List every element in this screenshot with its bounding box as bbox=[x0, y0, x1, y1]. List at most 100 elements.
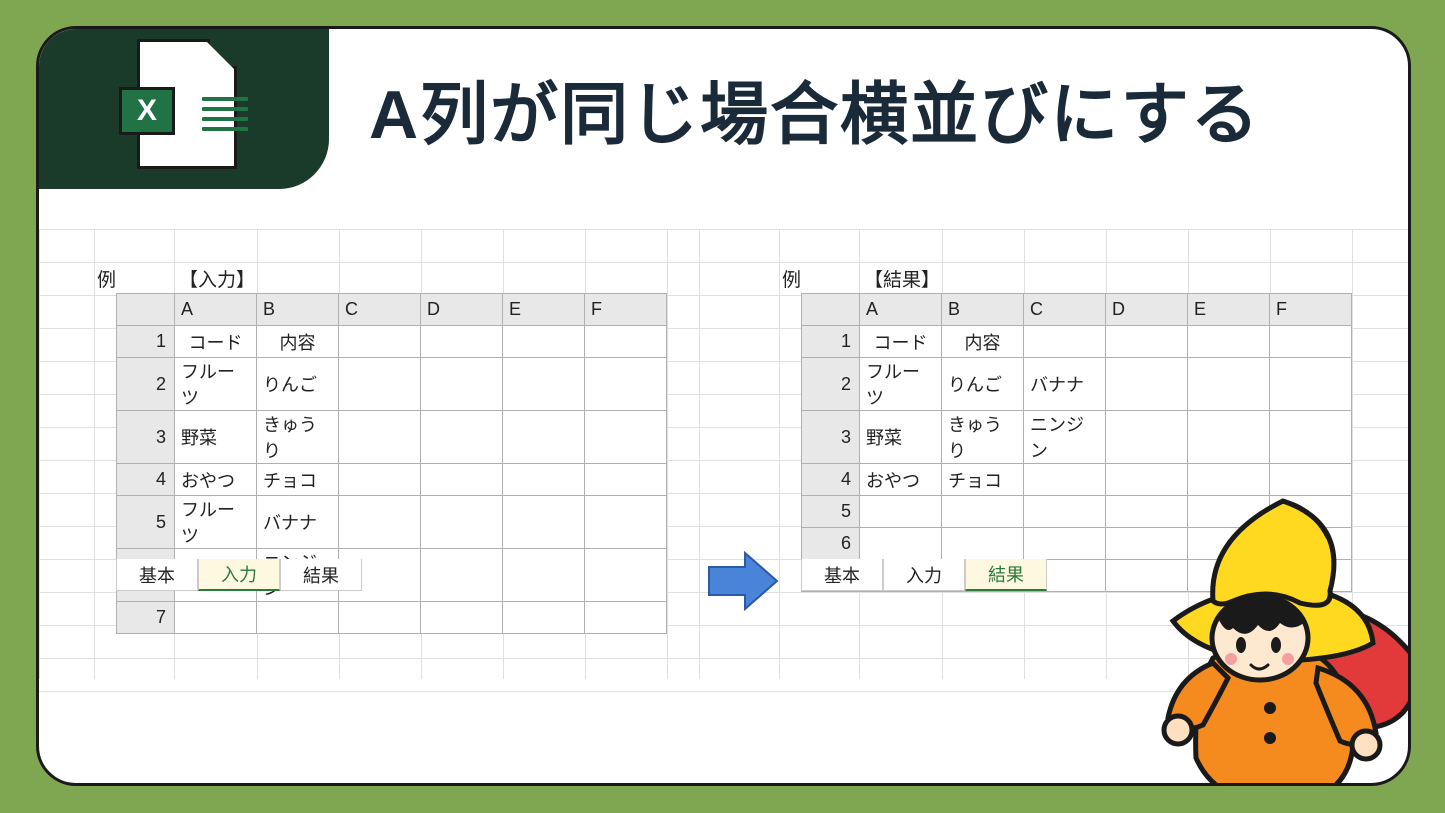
data-cell[interactable] bbox=[503, 326, 585, 358]
data-cell[interactable] bbox=[1024, 496, 1106, 528]
data-cell[interactable] bbox=[585, 602, 667, 634]
sheet-tab[interactable]: 基本 bbox=[801, 559, 883, 591]
data-cell[interactable] bbox=[421, 358, 503, 411]
column-header[interactable]: F bbox=[585, 294, 667, 326]
row-number[interactable]: 7 bbox=[117, 602, 175, 634]
sheet-tab[interactable]: 基本 bbox=[116, 559, 198, 591]
data-cell[interactable] bbox=[1270, 326, 1352, 358]
data-cell[interactable] bbox=[585, 326, 667, 358]
row-number[interactable]: 6 bbox=[802, 528, 860, 560]
data-cell[interactable] bbox=[585, 464, 667, 496]
sheet-tab[interactable]: 入力 bbox=[198, 559, 280, 591]
page-title: A列が同じ場合横並びにする bbox=[369, 59, 1261, 158]
data-cell[interactable] bbox=[503, 496, 585, 549]
data-cell[interactable]: 野菜 bbox=[175, 411, 257, 464]
data-cell[interactable]: 内容 bbox=[257, 326, 339, 358]
data-cell[interactable] bbox=[1188, 326, 1270, 358]
data-cell[interactable] bbox=[1106, 411, 1188, 464]
data-cell[interactable]: フルーツ bbox=[175, 496, 257, 549]
column-header[interactable]: E bbox=[1188, 294, 1270, 326]
row-number[interactable]: 3 bbox=[802, 411, 860, 464]
data-cell[interactable]: バナナ bbox=[257, 496, 339, 549]
data-cell[interactable] bbox=[1270, 411, 1352, 464]
data-cell[interactable] bbox=[585, 411, 667, 464]
data-cell[interactable] bbox=[1024, 528, 1106, 560]
data-cell[interactable]: フルーツ bbox=[175, 358, 257, 411]
data-cell[interactable] bbox=[1188, 358, 1270, 411]
row-number[interactable]: 5 bbox=[802, 496, 860, 528]
sheet-tab[interactable]: 入力 bbox=[883, 559, 965, 591]
data-cell[interactable] bbox=[339, 602, 421, 634]
row-number[interactable]: 4 bbox=[117, 464, 175, 496]
data-cell[interactable]: チョコ bbox=[257, 464, 339, 496]
data-cell[interactable] bbox=[942, 528, 1024, 560]
data-cell[interactable] bbox=[503, 464, 585, 496]
data-cell[interactable] bbox=[585, 358, 667, 411]
data-cell[interactable]: きゅうり bbox=[257, 411, 339, 464]
data-cell[interactable] bbox=[339, 496, 421, 549]
row-number[interactable]: 3 bbox=[117, 411, 175, 464]
data-cell[interactable]: りんご bbox=[257, 358, 339, 411]
column-header[interactable]: A bbox=[175, 294, 257, 326]
row-number[interactable]: 1 bbox=[802, 326, 860, 358]
corner-cell[interactable] bbox=[802, 294, 860, 326]
column-header[interactable]: E bbox=[503, 294, 585, 326]
column-header[interactable]: C bbox=[339, 294, 421, 326]
sheet-tab[interactable]: 結果 bbox=[280, 559, 362, 591]
data-cell[interactable] bbox=[339, 326, 421, 358]
data-cell[interactable] bbox=[175, 602, 257, 634]
row-number[interactable]: 2 bbox=[802, 358, 860, 411]
data-cell[interactable] bbox=[339, 358, 421, 411]
column-header[interactable]: D bbox=[421, 294, 503, 326]
data-cell[interactable]: おやつ bbox=[175, 464, 257, 496]
data-cell[interactable] bbox=[585, 549, 667, 602]
column-header[interactable]: C bbox=[1024, 294, 1106, 326]
data-cell[interactable]: バナナ bbox=[1024, 358, 1106, 411]
corner-cell[interactable] bbox=[117, 294, 175, 326]
sheet-tab[interactable]: 結果 bbox=[965, 559, 1047, 591]
data-cell[interactable] bbox=[421, 496, 503, 549]
data-cell[interactable]: おやつ bbox=[860, 464, 942, 496]
file-corner bbox=[207, 39, 237, 69]
data-cell[interactable] bbox=[1270, 358, 1352, 411]
data-cell[interactable] bbox=[421, 326, 503, 358]
data-cell[interactable] bbox=[942, 496, 1024, 528]
data-cell[interactable] bbox=[339, 464, 421, 496]
column-header[interactable]: F bbox=[1270, 294, 1352, 326]
data-cell[interactable] bbox=[421, 602, 503, 634]
data-cell[interactable] bbox=[860, 528, 942, 560]
data-cell[interactable]: 野菜 bbox=[860, 411, 942, 464]
data-cell[interactable] bbox=[585, 496, 667, 549]
data-cell[interactable] bbox=[1106, 326, 1188, 358]
data-cell[interactable]: 内容 bbox=[942, 326, 1024, 358]
column-header[interactable]: A bbox=[860, 294, 942, 326]
data-cell[interactable]: きゅうり bbox=[942, 411, 1024, 464]
data-cell[interactable] bbox=[1106, 358, 1188, 411]
row-number[interactable]: 1 bbox=[117, 326, 175, 358]
data-cell[interactable] bbox=[257, 602, 339, 634]
data-cell[interactable] bbox=[503, 602, 585, 634]
column-header[interactable]: B bbox=[257, 294, 339, 326]
data-cell[interactable]: ニンジン bbox=[1024, 411, 1106, 464]
row-number[interactable]: 4 bbox=[802, 464, 860, 496]
data-cell[interactable] bbox=[503, 549, 585, 602]
data-cell[interactable] bbox=[1024, 464, 1106, 496]
data-cell[interactable]: コード bbox=[175, 326, 257, 358]
data-cell[interactable] bbox=[421, 549, 503, 602]
row-number[interactable]: 2 bbox=[117, 358, 175, 411]
column-header[interactable]: D bbox=[1106, 294, 1188, 326]
data-cell[interactable] bbox=[503, 358, 585, 411]
data-cell[interactable] bbox=[421, 464, 503, 496]
data-cell[interactable]: フルーツ bbox=[860, 358, 942, 411]
data-cell[interactable] bbox=[1024, 326, 1106, 358]
data-cell[interactable]: チョコ bbox=[942, 464, 1024, 496]
row-number[interactable]: 5 bbox=[117, 496, 175, 549]
data-cell[interactable] bbox=[421, 411, 503, 464]
data-cell[interactable] bbox=[860, 496, 942, 528]
data-cell[interactable] bbox=[339, 411, 421, 464]
column-header[interactable]: B bbox=[942, 294, 1024, 326]
data-cell[interactable]: りんご bbox=[942, 358, 1024, 411]
data-cell[interactable] bbox=[1188, 411, 1270, 464]
data-cell[interactable]: コード bbox=[860, 326, 942, 358]
data-cell[interactable] bbox=[503, 411, 585, 464]
